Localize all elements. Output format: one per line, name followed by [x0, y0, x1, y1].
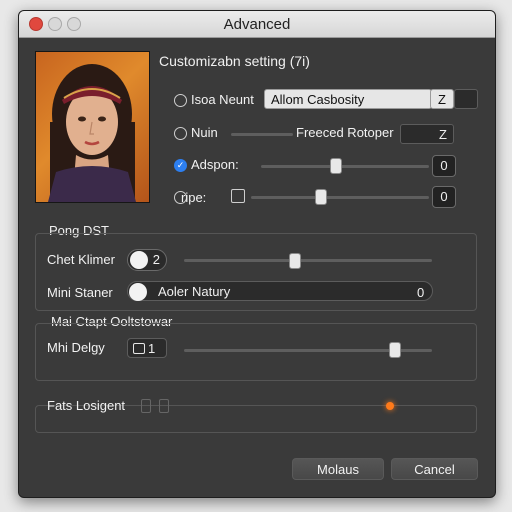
row1-dropdown[interactable]: Allom Casbosity: [264, 89, 432, 109]
row3-slider-track[interactable]: [261, 165, 429, 168]
row3-radio-checked[interactable]: ✓: [174, 159, 187, 172]
chet-slider-thumb[interactable]: [289, 253, 301, 269]
row2-slider-track[interactable]: [231, 133, 293, 136]
row1-dropdown-end[interactable]: Z: [430, 89, 454, 109]
row2-field-label: Freeced Rotoper: [296, 125, 394, 140]
chet-toggle[interactable]: 2: [127, 249, 167, 271]
row1-label: Isoa Neunt: [191, 92, 254, 107]
title-bar: Advanced: [19, 11, 495, 38]
mini-field[interactable]: Aoler Natury: [127, 281, 433, 301]
row4-checkbox[interactable]: [231, 189, 245, 203]
chet-slider-track[interactable]: [184, 259, 432, 262]
mini-value: 0: [417, 285, 425, 300]
customization-section-title: Customizabn setting (7i): [159, 53, 310, 69]
mhi-slider-thumb[interactable]: [389, 342, 401, 358]
chet-label: Chet Klimer: [47, 252, 115, 267]
row1-radio[interactable]: [174, 94, 187, 107]
row3-label: Adspon:: [191, 157, 239, 172]
portrait-illustration: [48, 64, 136, 202]
row3-value-box[interactable]: 0: [432, 155, 456, 177]
cancel-button[interactable]: Cancel: [391, 458, 478, 480]
row4-slider-track[interactable]: [251, 196, 429, 199]
mini-label: Mini Staner: [47, 285, 113, 300]
row2-radio[interactable]: [174, 127, 187, 140]
fats-indicator-dot: [386, 402, 394, 410]
chet-toggle-value: 2: [152, 252, 160, 267]
chet-toggle-knob: [130, 251, 148, 269]
row4-label: ripe:: [181, 190, 207, 205]
fats-label: Fats Losigent: [47, 398, 126, 413]
row3-slider-thumb[interactable]: [330, 158, 342, 174]
ok-button[interactable]: Molaus: [292, 458, 384, 480]
portrait-preview-image: [35, 51, 150, 203]
row1-dropdown-arrow-button[interactable]: [454, 89, 478, 109]
advanced-dialog: Advanced Customizabn setting (7i) Isoa N…: [18, 10, 496, 498]
row4-value-box[interactable]: 0: [432, 186, 456, 208]
row4-slider-thumb[interactable]: [315, 189, 327, 205]
mini-toggle-knob: [129, 283, 147, 301]
mhi-stepper-icon: [133, 343, 145, 354]
mhi-label: Mhi Delgy: [47, 340, 105, 355]
fats-control-a[interactable]: [141, 399, 151, 413]
fats-control-b[interactable]: [159, 399, 169, 413]
window-title: Advanced: [223, 16, 291, 33]
row2-value-box[interactable]: Z: [400, 124, 454, 144]
row2-label: Nuin: [191, 125, 218, 140]
